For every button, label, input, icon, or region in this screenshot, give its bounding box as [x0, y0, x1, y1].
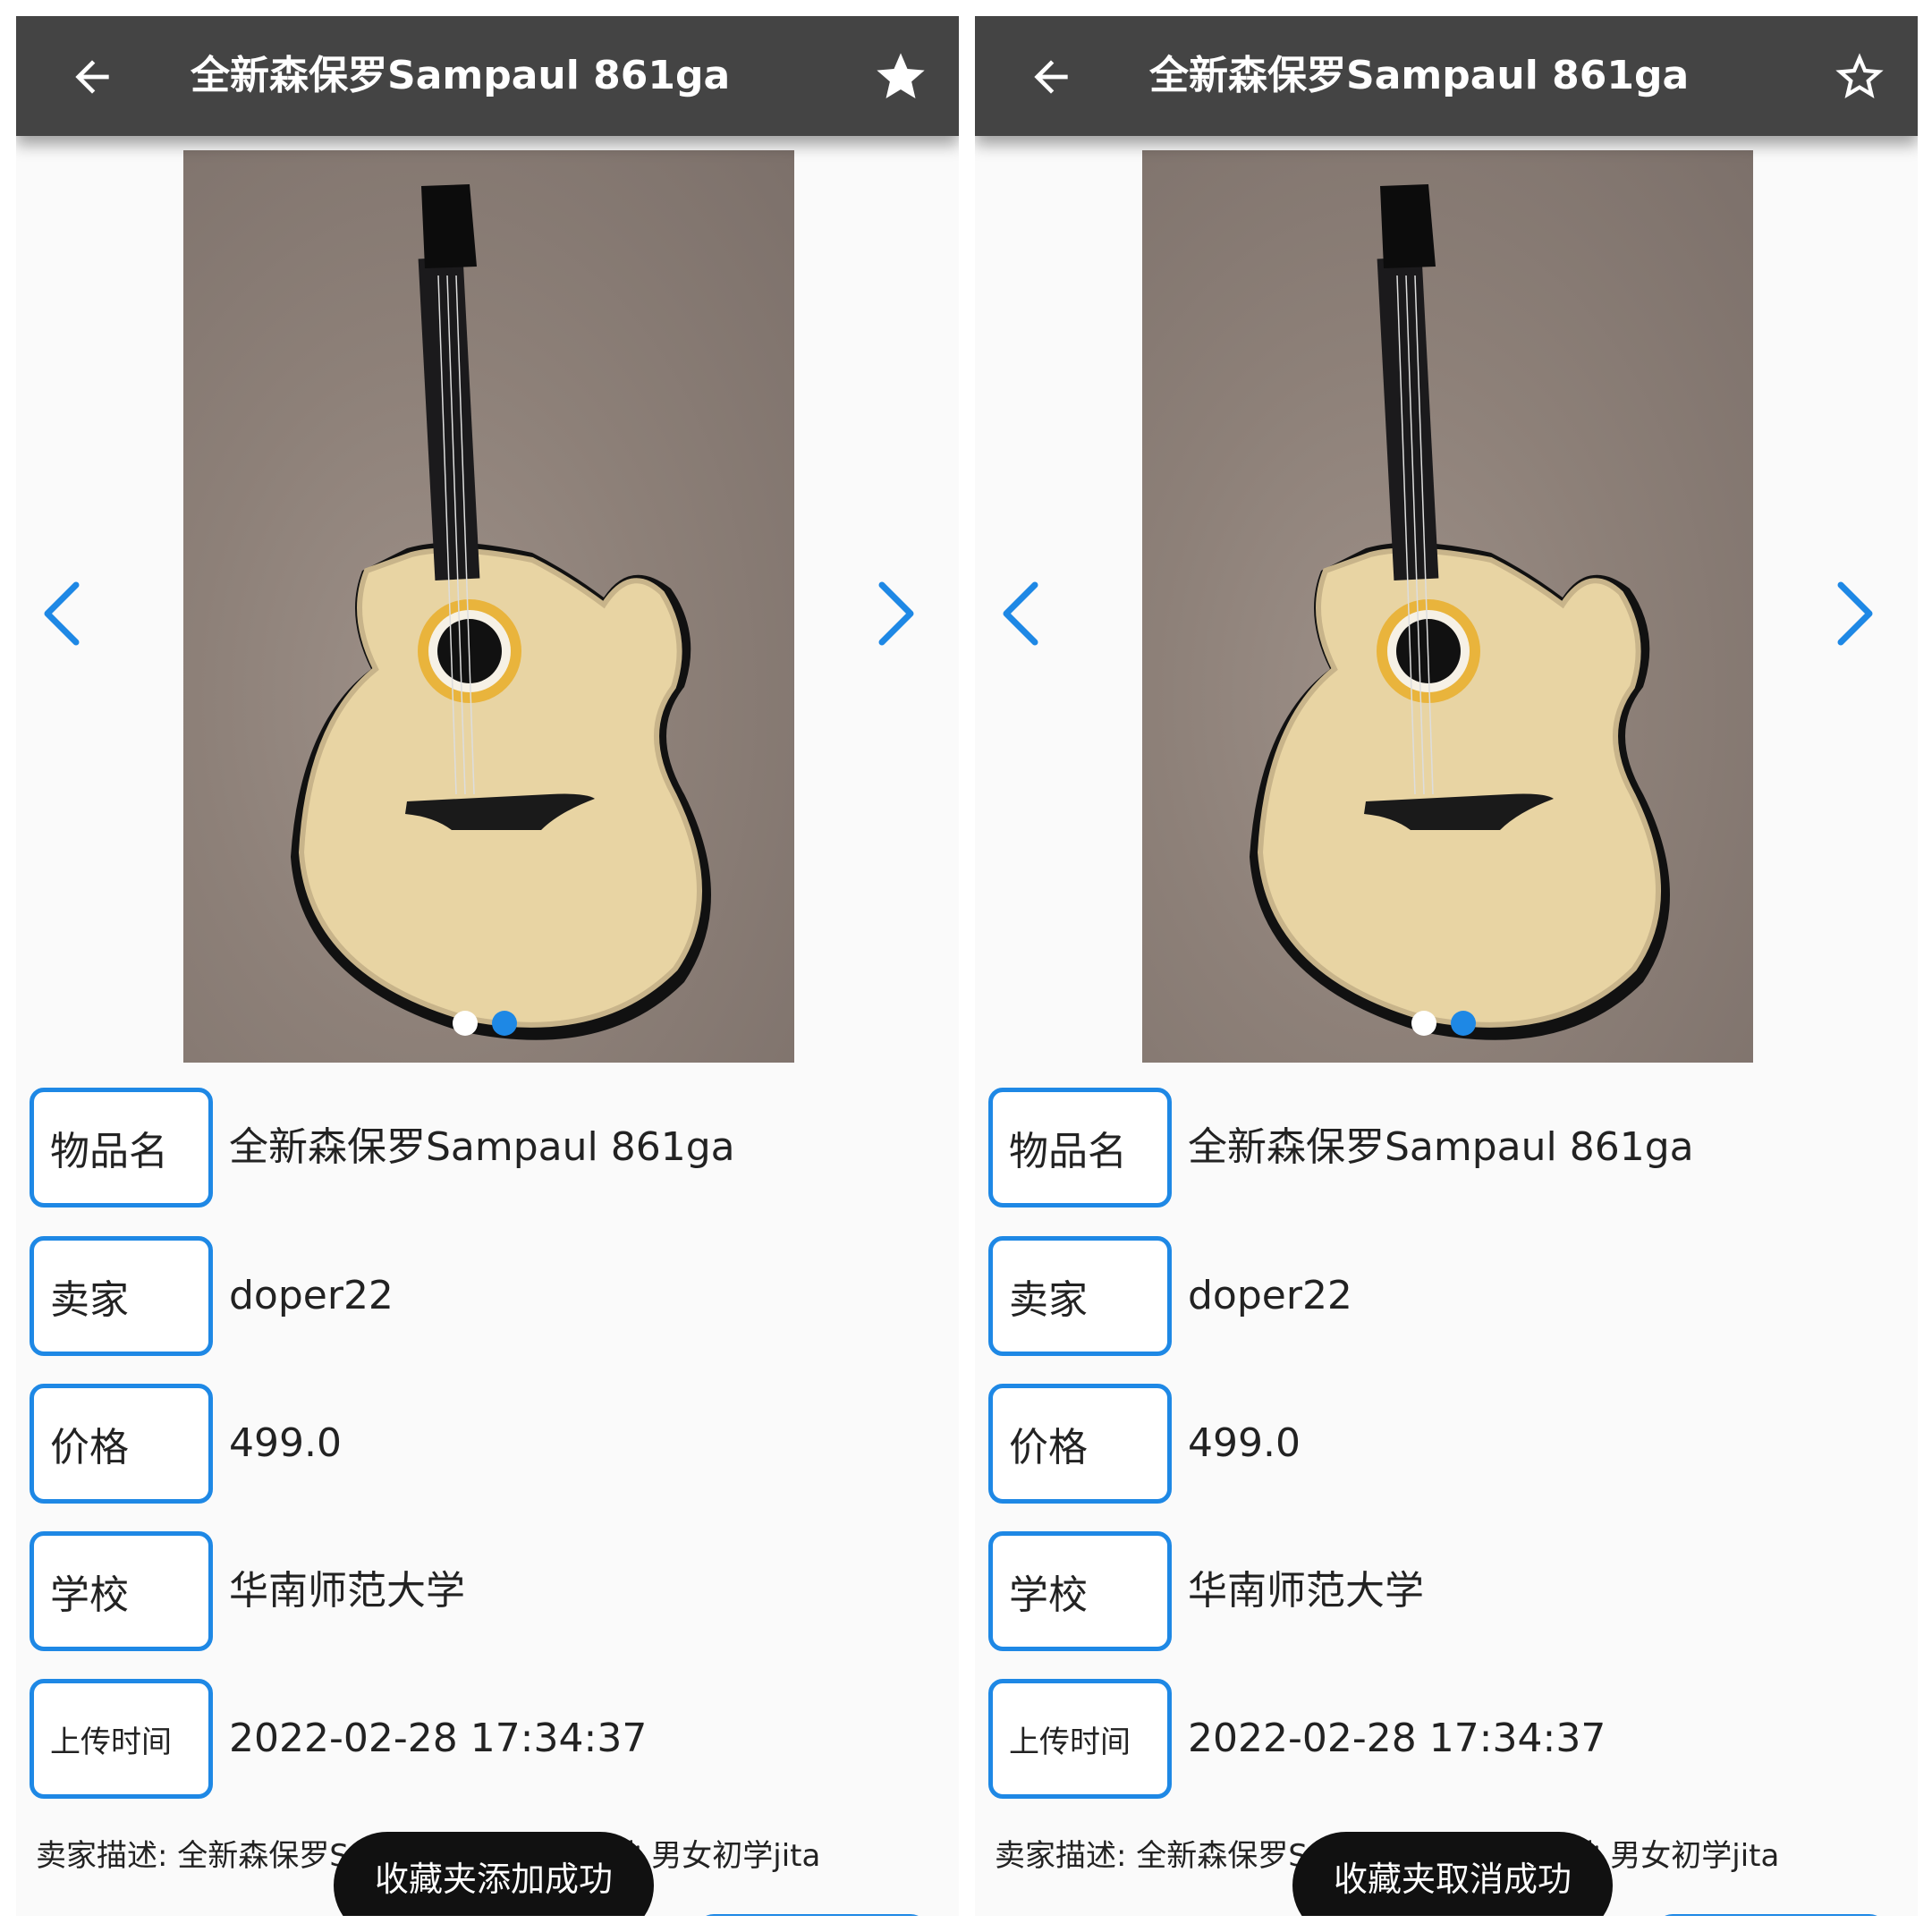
detail-value: 499.0	[229, 1420, 342, 1466]
back-button[interactable]	[1020, 46, 1082, 108]
detail-row-price: 价格 499.0	[988, 1384, 1901, 1504]
detail-label: 价格	[30, 1384, 213, 1504]
carousel-indicator	[1411, 1011, 1476, 1036]
detail-value: doper22	[229, 1273, 394, 1318]
chevron-right-icon	[1837, 581, 1873, 646]
page-title: 全新森保罗Sampaul 861ga	[191, 53, 731, 98]
page-title: 全新森保罗Sampaul 861ga	[1149, 53, 1690, 98]
detail-label: 卖家	[988, 1236, 1172, 1356]
detail-label: 价格	[988, 1384, 1172, 1504]
detail-label: 物品名	[30, 1088, 213, 1208]
previous-slide-button[interactable]	[34, 578, 88, 649]
detail-row-seller: 卖家 doper22	[30, 1236, 942, 1356]
app-bar: 全新森保罗Sampaul 861ga	[975, 16, 1918, 136]
indicator-dot[interactable]	[453, 1011, 478, 1036]
action-button[interactable]	[696, 1914, 928, 1916]
detail-label: 学校	[988, 1531, 1172, 1651]
indicator-dot[interactable]	[1411, 1011, 1436, 1036]
toast-message: 收藏夹取消成功	[1292, 1832, 1614, 1916]
next-slide-button[interactable]	[1829, 578, 1883, 649]
action-button[interactable]	[1655, 1914, 1887, 1916]
detail-row-school: 学校 华南师范大学	[30, 1531, 942, 1651]
chevron-left-icon	[44, 581, 80, 646]
chevron-right-icon	[878, 581, 914, 646]
phone-screen-unfavorited: 全新森保罗Sampaul 861ga 物品名 全新森保罗Sampaul 861g…	[975, 16, 1918, 1916]
detail-value: 华南师范大学	[229, 1568, 465, 1614]
toast-message: 收藏夹添加成功	[334, 1832, 655, 1916]
indicator-dot-active[interactable]	[492, 1011, 517, 1036]
detail-value: 499.0	[1188, 1420, 1301, 1466]
star-outline-icon	[1835, 53, 1884, 98]
detail-value: 华南师范大学	[1188, 1568, 1424, 1614]
app-bar: 全新森保罗Sampaul 861ga	[16, 16, 959, 136]
previous-slide-button[interactable]	[993, 578, 1046, 649]
detail-value: doper22	[1188, 1273, 1352, 1318]
favorite-button[interactable]	[869, 46, 932, 108]
detail-value: 全新森保罗Sampaul 861ga	[1188, 1124, 1694, 1170]
detail-label: 卖家	[30, 1236, 213, 1356]
chevron-left-icon	[1003, 581, 1038, 646]
arrow-left-icon	[1034, 60, 1068, 94]
next-slide-button[interactable]	[870, 578, 924, 649]
back-button[interactable]	[61, 46, 123, 108]
arrow-left-icon	[75, 60, 109, 94]
detail-value: 2022-02-28 17:34:37	[229, 1716, 648, 1761]
detail-label: 上传时间	[30, 1679, 213, 1799]
detail-row-school: 学校 华南师范大学	[988, 1531, 1901, 1651]
detail-value: 2022-02-28 17:34:37	[1188, 1716, 1606, 1761]
carousel-indicator	[453, 1011, 517, 1036]
favorite-button[interactable]	[1828, 46, 1891, 108]
detail-row-item-name: 物品名 全新森保罗Sampaul 861ga	[988, 1088, 1901, 1208]
image-carousel[interactable]	[16, 150, 959, 1063]
detail-value: 全新森保罗Sampaul 861ga	[229, 1124, 735, 1170]
phone-screen-favorited: 全新森保罗Sampaul 861ga 物品名 全新森保罗Sampaul 861g…	[16, 16, 959, 1916]
product-photo	[1142, 150, 1753, 1063]
detail-row-seller: 卖家 doper22	[988, 1236, 1901, 1356]
detail-label: 学校	[30, 1531, 213, 1651]
detail-row-upload-time: 上传时间 2022-02-28 17:34:37	[30, 1679, 942, 1799]
image-carousel[interactable]	[975, 150, 1918, 1063]
detail-row-item-name: 物品名 全新森保罗Sampaul 861ga	[30, 1088, 942, 1208]
detail-row-upload-time: 上传时间 2022-02-28 17:34:37	[988, 1679, 1901, 1799]
detail-row-price: 价格 499.0	[30, 1384, 942, 1504]
star-filled-icon	[877, 53, 925, 98]
detail-label: 上传时间	[988, 1679, 1172, 1799]
product-photo	[183, 150, 794, 1063]
detail-label: 物品名	[988, 1088, 1172, 1208]
indicator-dot-active[interactable]	[1451, 1011, 1476, 1036]
